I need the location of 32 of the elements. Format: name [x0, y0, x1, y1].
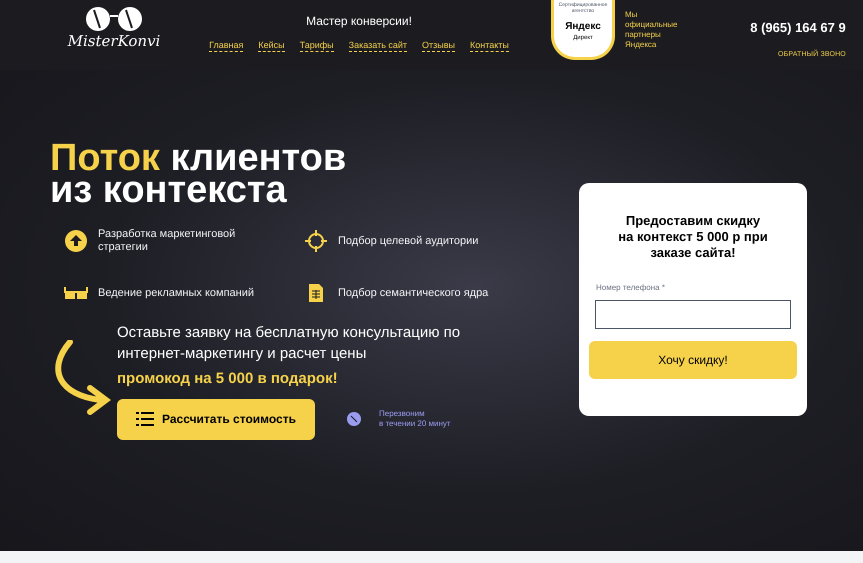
feature-text: Подбор целевой аудитории: [338, 234, 480, 248]
hero-title: Поток клиентов из контекста: [50, 142, 348, 206]
list-icon: [136, 412, 154, 426]
badge-brand: Яндекс: [565, 20, 601, 34]
logo[interactable]: MisterKonvi: [62, 6, 166, 51]
calculate-cost-button[interactable]: Рассчитать стоимость: [117, 398, 315, 440]
nav-link[interactable]: Тарифы: [300, 40, 334, 52]
nav-link[interactable]: Отзывы: [422, 40, 456, 52]
nav-link[interactable]: Заказать сайт: [348, 40, 408, 52]
nav-link[interactable]: Главная: [209, 40, 244, 52]
arrow-up-circle-icon: [65, 230, 87, 252]
glasses-icon: [64, 286, 88, 300]
phone-number[interactable]: 8 (965) 164 67 9: [750, 18, 846, 38]
spreadsheet-icon: [309, 284, 323, 302]
phone-input-field[interactable]: [595, 300, 791, 329]
nav-link[interactable]: Кейсы: [258, 40, 285, 52]
form-title: Предоставим скидку на контекст 5 000 р при заказе сайта!: [618, 213, 768, 261]
glasses-logo-icon: [84, 6, 144, 32]
feature-text: Подбор семантического ядра: [338, 286, 490, 300]
callback-note: Перезвоним в течении 20 минут: [379, 409, 451, 429]
clock-icon: [347, 412, 361, 426]
feature-text: Разработка маркетинговой стратегии: [98, 228, 236, 254]
nav-link[interactable]: Контакты: [470, 40, 509, 52]
feature-text: Ведение рекламных компаний: [98, 286, 256, 300]
offer-text: Оставьте заявку на бесплатную консультацию по интернет-маркетингу и расчет цены: [117, 323, 462, 364]
tagline: Мастер конверсии!: [306, 13, 412, 30]
promo-text: промокод на 5 000 в подарок!: [117, 369, 339, 389]
partner-text: Мы официальные партнеры Яндекса: [625, 10, 678, 50]
crosshair-icon: [304, 229, 328, 253]
phone-label: Номер телефона *: [596, 282, 665, 294]
logo-text: MisterKonvi: [68, 32, 160, 51]
discount-submit-button[interactable]: Хочу скидку!: [589, 341, 797, 379]
